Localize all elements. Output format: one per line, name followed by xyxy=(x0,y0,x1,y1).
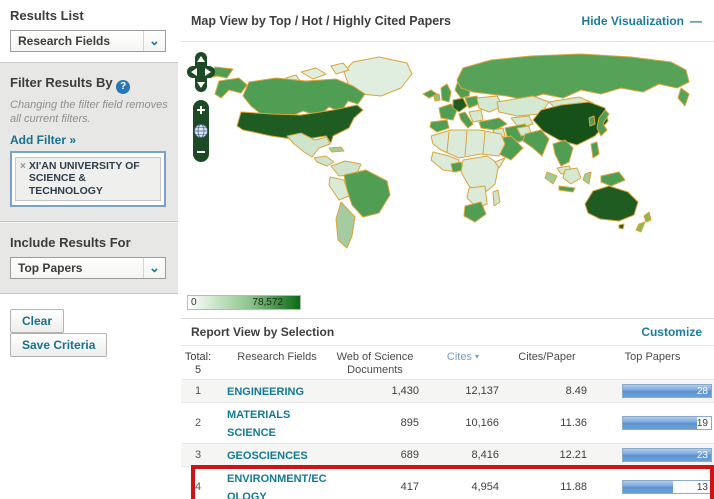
cites-per-paper-cell: 12.21 xyxy=(503,449,591,461)
cites-per-paper-cell: 8.49 xyxy=(503,385,591,397)
results-list-heading: Results List xyxy=(10,8,168,23)
clear-button[interactable]: Clear xyxy=(10,309,64,333)
cites-cell: 12,137 xyxy=(423,385,503,397)
esi-app-window: Results List Research Fields ⌄ Filter Re… xyxy=(0,0,714,499)
rank-cell: 4 xyxy=(181,481,215,493)
top-papers-bar: 19 xyxy=(622,416,712,430)
table-header-row: Total: 5 Research Fields Web of Science … xyxy=(181,346,714,380)
table-row: 2 MATERIALS SCIENCE 895 10,166 11.36 19 xyxy=(181,403,714,444)
cites-cell: 8,416 xyxy=(423,449,503,461)
filter-tag-label: XI'AN UNIVERSITY OF SCIENCE & TECHNOLOGY xyxy=(29,160,155,198)
results-list-selected: Research Fields xyxy=(11,34,143,48)
docs-cell: 895 xyxy=(327,417,423,429)
minus-icon: — xyxy=(690,14,702,28)
customize-link[interactable]: Customize xyxy=(641,325,702,339)
cites-cell: 4,954 xyxy=(423,481,503,493)
legend-min-value: 0 xyxy=(191,297,197,308)
rank-cell: 2 xyxy=(181,417,215,429)
field-link[interactable]: ENVIRONMENT/ECOLOGY xyxy=(227,473,327,499)
sidebar-divider xyxy=(0,221,178,223)
field-link[interactable]: MATERIALS SCIENCE xyxy=(227,409,290,439)
legend-max-value: 78,572 xyxy=(252,297,283,308)
chevron-down-icon: ⌄ xyxy=(143,258,165,278)
sidebar: Results List Research Fields ⌄ Filter Re… xyxy=(0,0,178,499)
choropleth-map[interactable] xyxy=(181,44,714,289)
results-list-section: Results List Research Fields ⌄ xyxy=(0,0,178,62)
top-papers-bar: 13 xyxy=(622,480,712,494)
report-view-title: Report View by Selection xyxy=(191,325,641,339)
col-header-cites-per-paper: Cites/Paper xyxy=(503,348,591,364)
filter-tag: × XI'AN UNIVERSITY OF SCIENCE & TECHNOLO… xyxy=(15,157,161,202)
total-count: Total: 5 xyxy=(181,348,215,377)
filter-note: Changing the filter field removes all cu… xyxy=(10,99,168,127)
report-view-header: Report View by Selection Customize xyxy=(181,318,714,345)
results-list-dropdown[interactable]: Research Fields ⌄ xyxy=(10,30,166,52)
filter-heading: Filter Results By ? xyxy=(10,75,168,94)
cites-cell: 10,166 xyxy=(423,417,503,429)
field-link[interactable]: ENGINEERING xyxy=(227,386,304,398)
docs-cell: 689 xyxy=(327,449,423,461)
hide-visualization-link[interactable]: Hide Visualization— xyxy=(582,14,702,28)
field-link[interactable]: GEOSCIENCES xyxy=(227,450,308,462)
table-row-highlighted: 4 ENVIRONMENT/ECOLOGY 417 4,954 11.88 13 xyxy=(181,467,714,499)
map-legend-gradient: 0 78,572 xyxy=(187,295,301,310)
rank-cell: 3 xyxy=(181,449,215,461)
remove-filter-icon[interactable]: × xyxy=(20,160,26,173)
filter-section: Filter Results By ? Changing the filter … xyxy=(0,62,178,294)
cites-per-paper-cell: 11.36 xyxy=(503,417,591,429)
col-header-research-fields: Research Fields xyxy=(215,348,327,364)
world-map-visualization: 0 78,572 xyxy=(181,42,714,318)
docs-cell: 417 xyxy=(327,481,423,493)
chevron-down-icon: ⌄ xyxy=(143,31,165,51)
main-content: Map View by Top / Hot / Highly Cited Pap… xyxy=(181,0,714,499)
include-results-dropdown[interactable]: Top Papers ⌄ xyxy=(10,257,166,279)
cites-per-paper-cell: 11.88 xyxy=(503,481,591,493)
sidebar-buttons: Clear Save Criteria xyxy=(0,294,178,372)
save-criteria-button[interactable]: Save Criteria xyxy=(10,333,107,357)
docs-cell: 1,430 xyxy=(327,385,423,397)
top-papers-bar: 23 xyxy=(622,448,712,462)
col-header-cites-sort[interactable]: Cites ▾ xyxy=(423,348,503,363)
table-row: 1 ENGINEERING 1,430 12,137 8.49 28 xyxy=(181,380,714,403)
col-header-top-papers: Top Papers xyxy=(591,348,714,364)
rank-cell: 1 xyxy=(181,385,215,397)
map-pan-zoom-controls[interactable] xyxy=(187,52,215,164)
sort-arrow-icon: ▾ xyxy=(475,352,479,361)
results-table: Total: 5 Research Fields Web of Science … xyxy=(181,345,714,499)
active-filters-box: × XI'AN UNIVERSITY OF SCIENCE & TECHNOLO… xyxy=(10,151,166,207)
map-view-title: Map View by Top / Hot / Highly Cited Pap… xyxy=(191,14,582,28)
include-results-selected: Top Papers xyxy=(11,261,143,275)
include-results-heading: Include Results For xyxy=(10,235,168,250)
top-papers-bar: 28 xyxy=(622,384,712,398)
table-row: 3 GEOSCIENCES 689 8,416 12.21 23 xyxy=(181,444,714,467)
help-icon[interactable]: ? xyxy=(116,80,130,94)
col-header-wos-documents: Web of Science Documents xyxy=(327,348,423,377)
add-filter-link[interactable]: Add Filter » xyxy=(10,133,76,147)
map-view-header: Map View by Top / Hot / Highly Cited Pap… xyxy=(181,0,714,42)
